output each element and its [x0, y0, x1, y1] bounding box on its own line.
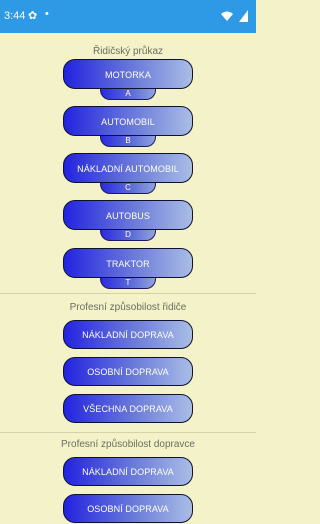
nakladni-automobil-button[interactable]: NÁKLADNÍ AUTOMOBIL — [63, 153, 193, 183]
wifi-icon — [221, 11, 233, 21]
status-time: 3:44 — [4, 10, 26, 22]
notification-dot-icon: • — [45, 8, 49, 20]
autobus-button[interactable]: AUTOBUS — [63, 200, 193, 230]
section-title-driver: Profesní způsobilost řidiče — [69, 302, 187, 313]
automobil-button[interactable]: AUTOMOBIL — [63, 106, 193, 136]
carrier-nakladni-doprava-button[interactable]: NÁKLADNÍ DOPRAVA — [63, 457, 193, 486]
driver-vsechna-doprava-button[interactable]: VŠECHNA DOPRAVA — [63, 394, 193, 423]
driver-osobni-doprava-button[interactable]: OSOBNÍ DOPRAVA — [63, 357, 193, 386]
status-bar: 3:44 ✿ • — [0, 0, 256, 33]
motorka-button[interactable]: MOTORKA — [63, 59, 193, 89]
section-title-carrier: Profesní způsobilost dopravce — [61, 439, 195, 450]
section-divider — [0, 293, 256, 294]
section-divider — [0, 432, 256, 433]
battery-icon — [239, 10, 248, 22]
section-title-license: Řidičský průkaz — [92, 46, 164, 57]
driver-nakladni-doprava-button[interactable]: NÁKLADNÍ DOPRAVA — [63, 320, 193, 349]
traktor-button[interactable]: TRAKTOR — [63, 248, 193, 278]
settings-icon: ✿ — [28, 10, 38, 22]
carrier-osobni-doprava-button[interactable]: OSOBNÍ DOPRAVA — [63, 494, 193, 523]
